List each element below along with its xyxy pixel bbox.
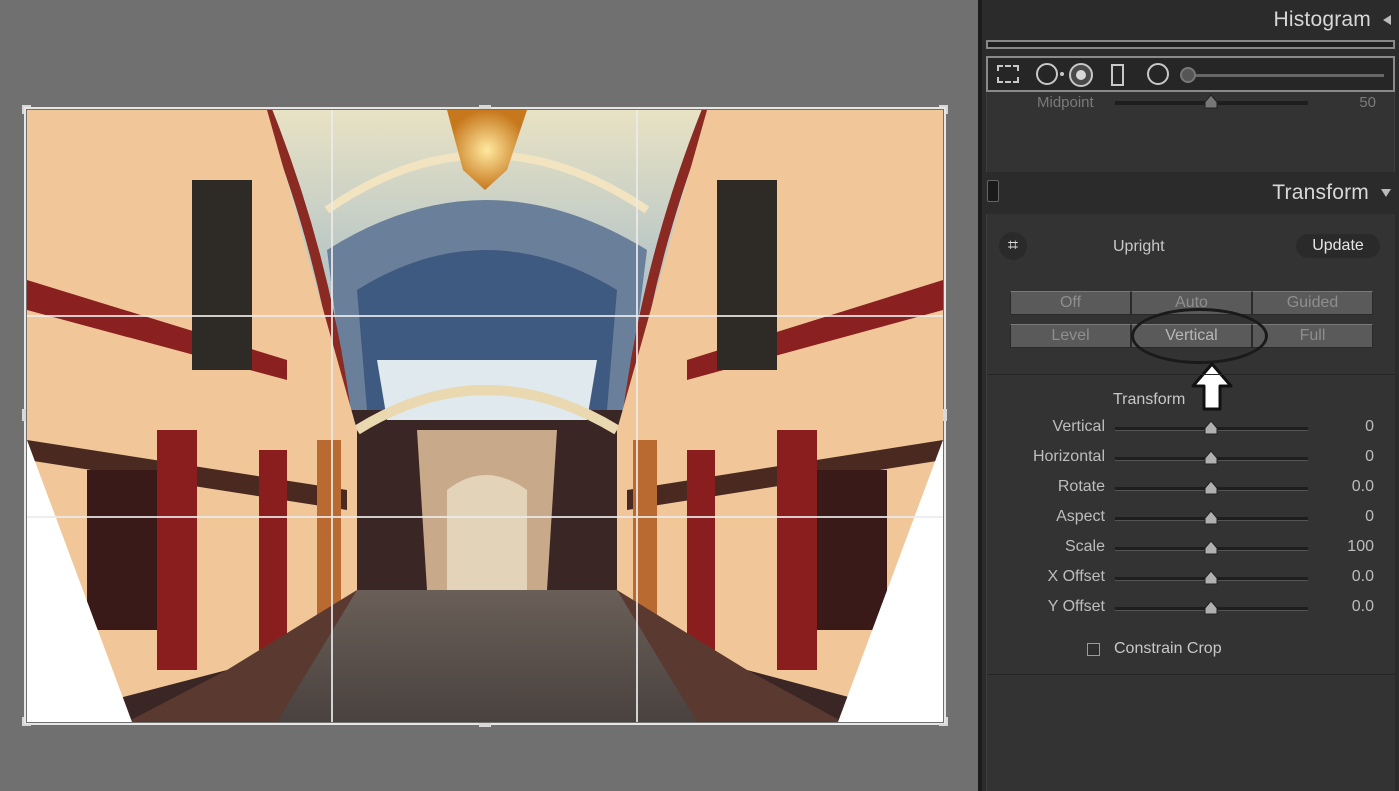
annotation-arrow-icon (1191, 362, 1233, 411)
slider-row-scale: Scale 100 (987, 538, 1392, 568)
constrain-crop-checkbox[interactable] (1087, 642, 1100, 656)
previous-panel-section: Midpoint 50 (986, 92, 1395, 172)
slider-label: Vertical (1052, 418, 1105, 435)
slider-row-aspect: Aspect 0 (987, 508, 1392, 538)
slider-label: Y Offset (1047, 598, 1105, 615)
crop-handle-right[interactable] (943, 409, 947, 421)
lightroom-develop-window: Histogram Midpoint 50 Transform ⌗ Uprigh… (0, 0, 1399, 791)
slider-row-rotate: Rotate 0.0 (987, 478, 1392, 508)
crop-handle-bottom-right[interactable] (939, 717, 948, 726)
slider-value[interactable]: 0 (1365, 508, 1374, 526)
crop-handle-bottom[interactable] (479, 723, 491, 727)
triangle-left-icon[interactable] (1383, 15, 1391, 25)
slider-row-x-offset: X Offset 0.0 (987, 568, 1392, 598)
slider-row-y-offset: Y Offset 0.0 (987, 598, 1392, 628)
slider-knob[interactable] (1204, 570, 1218, 586)
brush-slider-knob[interactable] (1180, 67, 1196, 83)
brush-slider-track[interactable] (1184, 74, 1384, 77)
crop-icon[interactable]: ⌗ (999, 232, 1027, 260)
slider-value[interactable]: 100 (1347, 538, 1374, 556)
transform-subheading: Transform (1113, 391, 1186, 408)
photo-preview (27, 110, 943, 722)
update-button[interactable]: Update (1296, 234, 1380, 258)
upright-label: Upright (1113, 238, 1165, 255)
crop-handle-top-right[interactable] (939, 105, 948, 114)
histogram-display (986, 40, 1395, 49)
annotation-ellipse (1131, 308, 1268, 364)
upright-off-button[interactable]: Off (1010, 291, 1131, 315)
slider-knob[interactable] (1204, 480, 1218, 496)
crop-handle-left[interactable] (22, 409, 26, 421)
slider-value[interactable]: 0 (1365, 418, 1374, 436)
develop-right-panel: Histogram Midpoint 50 Transform ⌗ Uprigh… (982, 0, 1399, 791)
crop-handle-bottom-left[interactable] (22, 717, 31, 726)
constrain-crop-row[interactable]: Constrain Crop (1087, 640, 1222, 658)
histogram-header[interactable]: Histogram (982, 0, 1399, 40)
spot-removal-icon[interactable] (1036, 63, 1058, 85)
slider-knob[interactable] (1204, 540, 1218, 556)
slider-label: Scale (1064, 538, 1105, 555)
slider-knob[interactable] (1204, 600, 1218, 616)
constrain-crop-label: Constrain Crop (1114, 640, 1222, 657)
triangle-down-icon[interactable] (1381, 189, 1391, 197)
radial-filter-icon[interactable] (1147, 63, 1169, 85)
crop-grid-line (27, 315, 943, 317)
histogram-title: Histogram (1273, 8, 1371, 31)
image-canvas[interactable] (0, 0, 978, 791)
slider-knob[interactable] (1204, 510, 1218, 526)
crop-grid-line (636, 110, 638, 722)
spot-removal-arrow-icon (1060, 72, 1064, 76)
transform-panel: ⌗ Upright Update Off Auto Guided Level V… (986, 214, 1395, 791)
slider-label: Horizontal (1032, 448, 1105, 465)
slider-label: X Offset (1047, 568, 1105, 585)
crop-grid-line (27, 516, 943, 518)
slider-value[interactable]: 0.0 (1352, 568, 1374, 586)
midpoint-value: 50 (1359, 94, 1376, 111)
red-eye-icon[interactable] (1069, 63, 1093, 87)
slider-label: Aspect (1056, 508, 1105, 525)
crop-handle-top[interactable] (479, 105, 491, 109)
slider-row-vertical: Vertical 0 (987, 418, 1392, 448)
slider-row-horizontal: Horizontal 0 (987, 448, 1392, 478)
graduated-filter-icon[interactable] (1111, 64, 1124, 86)
transform-header[interactable]: Transform (982, 172, 1399, 214)
panel-switch-icon[interactable] (987, 180, 999, 202)
transform-title: Transform (1272, 181, 1369, 204)
upright-level-button[interactable]: Level (1010, 324, 1131, 348)
midpoint-label: Midpoint (1037, 94, 1094, 111)
crop-grid-line (331, 110, 333, 722)
slider-knob[interactable] (1204, 420, 1218, 436)
section-divider (987, 374, 1395, 375)
section-divider (987, 674, 1395, 675)
slider-value[interactable]: 0 (1365, 448, 1374, 466)
crop-handle-top-left[interactable] (22, 105, 31, 114)
upright-full-button[interactable]: Full (1252, 324, 1373, 348)
slider-value[interactable]: 0.0 (1352, 598, 1374, 616)
slider-value[interactable]: 0.0 (1352, 478, 1374, 496)
tool-strip (986, 56, 1395, 92)
midpoint-slider-knob[interactable] (1204, 94, 1218, 110)
market-arcade-photo (27, 110, 943, 722)
slider-knob[interactable] (1204, 450, 1218, 466)
slider-label: Rotate (1057, 478, 1105, 495)
upright-guided-button[interactable]: Guided (1252, 291, 1373, 315)
crop-overlay-icon[interactable] (997, 65, 1019, 83)
